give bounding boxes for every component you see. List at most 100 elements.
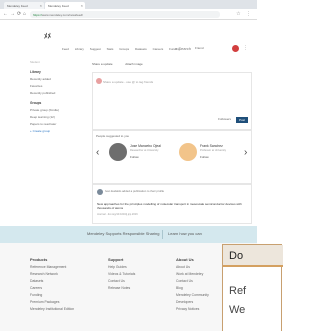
footer-link[interactable]: About Us: [176, 265, 209, 269]
url-text: www.mendeley.com/newsfeed/: [42, 13, 83, 17]
dialog-text-line: We: [229, 304, 246, 316]
create-group-link[interactable]: + Create group: [30, 129, 86, 133]
footer-link[interactable]: Research Network: [30, 272, 74, 276]
sidebar-item-published[interactable]: Recently published: [30, 91, 86, 95]
banner-divider: [162, 230, 163, 239]
dialog-header: Do: [223, 245, 283, 267]
tab-share-update[interactable]: Share a update: [92, 62, 113, 66]
browser-tab-label: Mendeley Feed: [7, 4, 28, 8]
footer-column-about: About Us About Us Work at Mendeley Conta…: [176, 257, 209, 311]
chevron-left-icon[interactable]: ‹: [96, 147, 99, 158]
banner-text: Mendeley Supports Responsible Sharing: [87, 231, 160, 236]
footer-link[interactable]: Contact Us: [176, 279, 209, 283]
person-name[interactable]: Frank Sanchez: [200, 144, 223, 148]
learn-more-link[interactable]: Learn how you can: [168, 231, 202, 236]
main-nav: Feed Library Suggest Stats Groups Datase…: [62, 47, 185, 51]
sidebar-item-recent[interactable]: Recently added: [30, 77, 86, 81]
footer-link[interactable]: Blog: [176, 286, 209, 290]
post-button[interactable]: Post: [236, 117, 248, 123]
dialog-text-line: Ref: [229, 285, 247, 297]
footer-link[interactable]: Reference Management: [30, 265, 74, 269]
search-button[interactable]: ⌕ Search: [175, 46, 191, 51]
nav-link-library[interactable]: Library: [75, 47, 84, 51]
suggestions-title: People suggested to you: [96, 134, 130, 138]
more-icon[interactable]: ⋮: [243, 45, 248, 51]
url-secure: https://: [33, 13, 43, 17]
avatar[interactable]: [179, 143, 197, 161]
home-icon[interactable]: ⌂: [23, 11, 26, 17]
footer-link[interactable]: Mendeley Institutional Edition: [30, 307, 74, 311]
groups-heading[interactable]: Groups: [30, 101, 86, 105]
profile-subtitle: Student: [30, 60, 40, 64]
footer-heading: Products: [30, 257, 48, 262]
tab-attach-image[interactable]: Attach image: [125, 62, 143, 66]
post-input[interactable]: Share a update - use @ to tag friends: [103, 80, 153, 84]
follow-button[interactable]: Follow: [130, 155, 139, 159]
footer-link[interactable]: Mendeley Community: [176, 293, 209, 297]
user-menu[interactable]: Friend: [195, 46, 204, 50]
mendeley-logo[interactable]: ﾒﾒ: [44, 31, 51, 41]
follow-button[interactable]: Follow: [200, 155, 209, 159]
avatar[interactable]: [97, 189, 103, 195]
library-heading[interactable]: Library: [30, 70, 86, 74]
browser-menu-icon[interactable]: ☆ ⋮: [236, 11, 253, 17]
close-icon[interactable]: ×: [81, 3, 83, 8]
dialog-title: Do: [229, 250, 244, 262]
footer-link[interactable]: Funding: [30, 293, 74, 297]
footer-column-products: Products Reference Management Research N…: [30, 257, 74, 311]
publication-title[interactable]: New approaches for the principles modell…: [97, 202, 247, 210]
people-suggestions: People suggested to you ‹ Jose Mancebo O…: [92, 130, 252, 184]
footer-link[interactable]: Help Guides: [108, 265, 135, 269]
nav-link-feed[interactable]: Feed: [62, 47, 69, 51]
forward-icon[interactable]: →: [10, 11, 15, 17]
footer-link[interactable]: Release Notes: [108, 286, 135, 290]
composer-tabs: Share a update Attach image: [92, 62, 155, 66]
browser-tab-label: Mendeley Feed: [48, 4, 69, 8]
avatar[interactable]: [232, 45, 239, 52]
sharing-banner: Mendeley Supports Responsible Sharing Le…: [0, 226, 257, 243]
footer-link[interactable]: Datasets: [30, 279, 74, 283]
browser-tab[interactable]: Mendeley Feed ×: [4, 2, 44, 9]
left-sidebar: Student Library Recently added Favorites…: [30, 60, 86, 133]
footer-link[interactable]: Developers: [176, 300, 209, 304]
feed-item: Ivan Eudaldo added a publication to thei…: [92, 184, 252, 224]
suggested-person: Frank Sanchez Professor at University Fo…: [179, 143, 237, 165]
back-icon[interactable]: ←: [3, 11, 8, 17]
overlay-dialog: Do Ref We: [222, 244, 283, 331]
publication-source: Journal · doi.org/10.1016/j.jcp.2016: [97, 213, 138, 216]
person-role: Researcher at University: [130, 149, 159, 152]
url-input[interactable]: https://www.mendeley.com/newsfeed/: [30, 11, 220, 18]
nav-link-stats[interactable]: Stats: [107, 47, 114, 51]
avatar[interactable]: [109, 143, 127, 161]
sidebar-item-group[interactable]: Papers to read later: [30, 122, 86, 126]
footer-link[interactable]: Contact Us: [108, 279, 135, 283]
footer-heading: About Us: [176, 257, 194, 262]
nav-link-datasets[interactable]: Datasets: [135, 47, 147, 51]
footer-column-support: Support Help Guides Videos & Tutorials C…: [108, 257, 135, 290]
reload-icon[interactable]: ⟳: [17, 11, 21, 17]
sidebar-item-favorites[interactable]: Favorites: [30, 84, 86, 88]
footer-link[interactable]: Premium Packages: [30, 300, 74, 304]
post-composer: Share a update - use @ to tag friends Fo…: [92, 72, 252, 130]
footer-link[interactable]: Work at Mendeley: [176, 272, 209, 276]
chevron-right-icon[interactable]: ›: [244, 147, 247, 158]
browser-tab-active[interactable]: Mendeley Feed ×: [45, 2, 85, 9]
footer-link[interactable]: Privacy Notices: [176, 307, 209, 311]
avatar: [96, 78, 102, 84]
site-footer: Products Reference Management Research N…: [0, 243, 257, 331]
footer-heading: Support: [108, 257, 124, 262]
footer-link[interactable]: Videos & Tutorials: [108, 272, 135, 276]
footer-link[interactable]: Careers: [30, 286, 74, 290]
address-bar: ← → ⟳ ⌂ https://www.mendeley.com/newsfee…: [0, 9, 257, 20]
close-icon[interactable]: ×: [40, 3, 42, 8]
nav-link-careers[interactable]: Careers: [153, 47, 164, 51]
site-header: ﾒﾒ Feed Library Suggest Stats Groups Dat…: [0, 20, 257, 64]
browser-tab-bar: Mendeley Feed × Mendeley Feed ×: [0, 0, 257, 9]
nav-link-suggest[interactable]: Suggest: [90, 47, 101, 51]
sidebar-item-group[interactable]: Deep learning (12): [30, 115, 86, 119]
sidebar-item-group[interactable]: Private group (Kindle): [30, 108, 86, 112]
feed-item-meta: Ivan Eudaldo added a publication to thei…: [105, 189, 165, 193]
audience-select[interactable]: Followers: [218, 117, 231, 121]
nav-link-groups[interactable]: Groups: [119, 47, 129, 51]
person-name[interactable]: Jose Mancebo Ojeal: [130, 144, 161, 148]
